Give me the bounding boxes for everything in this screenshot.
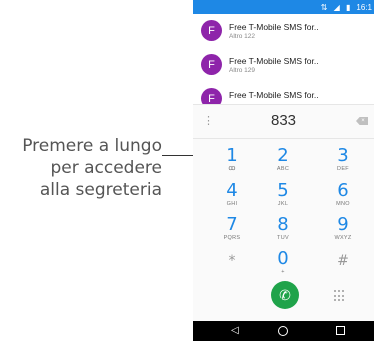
key-digit: 2 <box>277 145 289 166</box>
key-letters: TUV <box>277 235 289 241</box>
key-6[interactable]: 6 MNO <box>318 182 368 212</box>
key-letters: MNO <box>336 201 350 207</box>
status-time: 16:1 <box>356 2 372 12</box>
key-letters: GHI <box>226 201 238 207</box>
key-letters: WXYZ <box>334 235 352 241</box>
key-4[interactable]: 4 GHI <box>207 182 257 212</box>
dialpad-toggle-icon[interactable] <box>333 290 345 302</box>
key-digit: 3 <box>337 145 349 166</box>
key-hash[interactable]: # <box>318 252 368 282</box>
key-2[interactable]: 2 ABC <box>258 147 308 177</box>
dialpad: ⋮ 833 × 1 ꝏ 2 ABC 3 DEF 4 GHI 5 JKL 6 MN… <box>193 104 374 322</box>
phone-screen: ⇅ ◢ ▮ 16:1 F Free T-Mobile SMS for.. Alt… <box>193 0 374 341</box>
key-0[interactable]: 0 + <box>258 250 308 280</box>
key-digit: 6 <box>337 180 349 201</box>
status-bar: ⇅ ◢ ▮ 16:1 <box>193 0 374 14</box>
key-digit: 1 <box>226 145 238 166</box>
callout-line-1: Premere a lungo <box>22 136 162 156</box>
recent-apps-icon[interactable] <box>336 326 345 335</box>
key-letters: DEF <box>337 166 349 172</box>
key-1[interactable]: 1 ꝏ <box>207 147 257 177</box>
key-8[interactable]: 8 TUV <box>258 216 308 246</box>
key-7[interactable]: 7 PQRS <box>207 216 257 246</box>
key-digit: 4 <box>226 180 238 201</box>
list-item[interactable]: F Free T-Mobile SMS for.. Altro 122 <box>193 14 374 48</box>
sms-title: Free T-Mobile SMS for.. <box>229 90 319 100</box>
key-letters: JKL <box>277 201 289 207</box>
callout-line-3: alla segreteria <box>39 180 162 200</box>
sms-title: Free T-Mobile SMS for.. <box>229 56 319 66</box>
key-letters: + <box>281 269 285 275</box>
key-digit: * <box>228 253 236 269</box>
key-3[interactable]: 3 DEF <box>318 147 368 177</box>
avatar: F <box>201 54 222 75</box>
sms-subtitle: Altro 129 <box>229 67 256 74</box>
call-button[interactable]: ✆ <box>271 281 299 309</box>
voicemail-icon: ꝏ <box>228 165 236 172</box>
list-item[interactable]: F Free T-Mobile SMS for.. Altro 129 <box>193 48 374 82</box>
avatar: F <box>201 20 222 41</box>
navigation-bar: ◁ <box>193 321 374 341</box>
sms-subtitle: Altro 122 <box>229 33 256 40</box>
divider <box>193 138 374 139</box>
voicemail-callout: Premere a lungo per accedere alla segret… <box>0 135 162 201</box>
key-digit: # <box>337 253 349 269</box>
key-5[interactable]: 5 JKL <box>258 182 308 212</box>
callout-line-2: per accedere <box>50 158 162 178</box>
key-digit: 7 <box>226 214 238 235</box>
back-icon[interactable]: ◁ <box>231 325 239 336</box>
key-letters: PQRS <box>223 235 241 241</box>
key-digit: 5 <box>277 180 289 201</box>
key-digit: 0 <box>277 248 289 269</box>
key-9[interactable]: 9 WXYZ <box>318 216 368 246</box>
key-digit: 9 <box>337 214 349 235</box>
home-icon[interactable] <box>278 326 288 336</box>
key-digit: 8 <box>277 214 289 235</box>
dialed-number[interactable]: 833 <box>193 112 374 129</box>
key-letters: ABC <box>276 166 290 172</box>
sms-list: F Free T-Mobile SMS for.. Altro 122 F Fr… <box>193 14 374 116</box>
key-star[interactable]: * <box>207 252 257 282</box>
phone-icon: ✆ <box>279 286 291 303</box>
sms-title: Free T-Mobile SMS for.. <box>229 22 319 32</box>
status-icons: ⇅ ◢ ▮ <box>320 2 353 12</box>
